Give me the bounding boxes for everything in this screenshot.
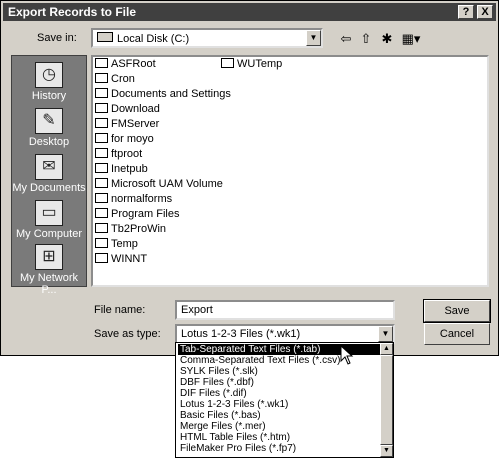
list-item[interactable]: Documents and Settings	[95, 87, 231, 102]
file-type-option[interactable]: Basic Files (*.bas)	[178, 410, 380, 421]
my-documents-icon: ✉	[35, 154, 63, 180]
save-as-type-value: Lotus 1-2-3 Files (*.wk1)	[181, 328, 301, 340]
cancel-button[interactable]: Cancel	[424, 323, 490, 345]
place-desktop[interactable]: ✎ Desktop	[12, 108, 86, 148]
scroll-thumb[interactable]	[380, 355, 393, 445]
place-my-documents[interactable]: ✉ My Documents	[12, 154, 86, 194]
folder-icon	[95, 178, 108, 188]
save-as-type-dropdown-button[interactable]: ▼	[378, 326, 393, 342]
place-history[interactable]: ◷ History	[12, 62, 86, 102]
folder-icon	[95, 223, 108, 233]
save-in-combo[interactable]: Local Disk (C:) ▼	[91, 28, 323, 48]
title-bar: Export Records to File ? X	[3, 3, 496, 21]
list-item[interactable]: Microsoft UAM Volume	[95, 177, 223, 192]
save-as-type-label: Save as type:	[94, 328, 161, 340]
list-item[interactable]: Cron	[95, 72, 135, 87]
file-type-option[interactable]: FileMaker Pro Files (*.fp7)	[178, 443, 380, 454]
list-item[interactable]: normalforms	[95, 192, 172, 207]
place-my-computer[interactable]: ▭ My Computer	[12, 200, 86, 240]
file-type-option[interactable]: DIF Files (*.dif)	[178, 388, 380, 399]
up-folder-icon[interactable]: ⇧	[356, 31, 376, 47]
export-dialog: Export Records to File ? X Save in: Loca…	[0, 0, 499, 356]
place-my-network[interactable]: ⊞ My Network P...	[12, 244, 86, 296]
folder-icon	[95, 118, 108, 128]
drive-icon	[97, 32, 113, 42]
folder-icon	[95, 253, 108, 263]
folder-icon	[95, 103, 108, 113]
file-type-option[interactable]: HTML Table Files (*.htm)	[178, 432, 380, 443]
my-network-icon: ⊞	[35, 244, 63, 270]
save-in-value: Local Disk (C:)	[117, 33, 190, 45]
file-list[interactable]: ASFRoot Cron Documents and Settings Down…	[91, 55, 489, 287]
save-in-dropdown-button[interactable]: ▼	[306, 30, 321, 46]
file-type-dropdown-list[interactable]: Tab-Separated Text Files (*.tab) Comma-S…	[175, 342, 394, 458]
save-button[interactable]: Save	[423, 299, 491, 323]
scroll-down-icon[interactable]: ▼	[380, 445, 393, 457]
save-in-label: Save in:	[37, 32, 77, 44]
mouse-cursor-icon	[340, 344, 354, 370]
my-computer-icon: ▭	[35, 200, 63, 226]
file-name-label: File name:	[94, 304, 146, 316]
back-icon[interactable]: ⇦	[336, 31, 356, 47]
dropdown-scrollbar[interactable]: ▲ ▼	[380, 343, 393, 457]
scroll-up-icon[interactable]: ▲	[380, 343, 393, 355]
list-item[interactable]: Program Files	[95, 207, 179, 222]
file-type-option[interactable]: DBF Files (*.dbf)	[178, 377, 380, 388]
list-item[interactable]: Temp	[95, 237, 138, 252]
places-bar: ◷ History ✎ Desktop ✉ My Documents ▭ My …	[11, 55, 87, 296]
new-folder-icon[interactable]: ✱	[377, 31, 397, 47]
desktop-icon: ✎	[35, 108, 63, 134]
list-item[interactable]: WUTemp	[221, 57, 282, 72]
folder-icon	[95, 163, 108, 173]
folder-icon	[95, 238, 108, 248]
folder-icon	[95, 73, 108, 83]
view-menu-icon[interactable]: ▦▾	[399, 31, 423, 47]
list-item[interactable]: WINNT	[95, 252, 147, 267]
folder-icon	[95, 88, 108, 98]
list-item[interactable]: Inetpub	[95, 162, 148, 177]
help-button[interactable]: ?	[458, 5, 474, 19]
folder-icon	[95, 148, 108, 158]
list-item[interactable]: for moyo	[95, 132, 154, 147]
folder-icon	[221, 58, 234, 68]
folder-icon	[95, 193, 108, 203]
folder-icon	[95, 208, 108, 218]
list-item[interactable]: FMServer	[95, 117, 159, 132]
folder-icon	[95, 133, 108, 143]
history-icon: ◷	[35, 62, 63, 88]
file-type-option[interactable]: Merge Files (*.mer)	[178, 421, 380, 432]
list-item[interactable]: Download	[95, 102, 160, 117]
list-item[interactable]: Tb2ProWin	[95, 222, 166, 237]
dialog-title: Export Records to File	[8, 5, 137, 19]
list-item[interactable]: ftproot	[95, 147, 142, 162]
file-type-option[interactable]: Lotus 1-2-3 Files (*.wk1)	[178, 399, 380, 410]
list-item[interactable]: ASFRoot	[95, 57, 156, 72]
folder-icon	[95, 58, 108, 68]
file-name-input[interactable]: Export	[175, 300, 395, 320]
save-as-type-select[interactable]: Lotus 1-2-3 Files (*.wk1) ▼	[175, 324, 395, 344]
close-button[interactable]: X	[477, 5, 493, 19]
